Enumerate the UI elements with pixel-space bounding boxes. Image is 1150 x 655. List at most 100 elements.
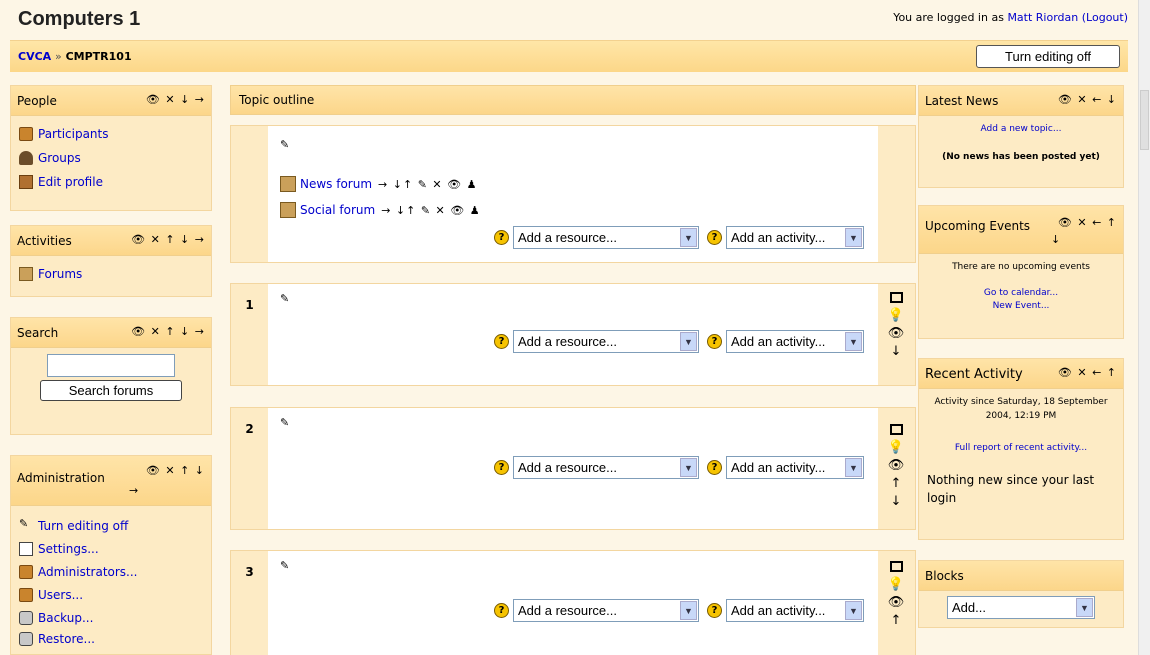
edit-profile-link[interactable]: Edit profile [38, 175, 103, 189]
help-icon[interactable]: ? [494, 460, 509, 475]
chevron-down-icon: ▼ [680, 458, 697, 477]
forums-link[interactable]: Forums [38, 267, 82, 281]
help-icon[interactable]: ? [707, 230, 722, 245]
add-activity-select[interactable]: Add an activity... ▼ [726, 599, 864, 622]
breadcrumb-site[interactable]: CVCA [18, 50, 51, 63]
lightbulb-icon[interactable]: 💡 [877, 577, 915, 593]
new-event-link[interactable]: New Event... [993, 301, 1050, 311]
list-item[interactable]: Edit profile [19, 170, 203, 194]
restore-icon [19, 632, 33, 646]
help-icon[interactable]: ? [707, 334, 722, 349]
users-icon [19, 587, 33, 602]
add-activity-select[interactable]: Add an activity... ▼ [726, 330, 864, 353]
list-item[interactable]: Forums [19, 262, 203, 286]
blocks-header: Blocks [919, 561, 1123, 591]
help-icon[interactable]: ? [494, 603, 509, 618]
turn-editing-off-button[interactable]: Turn editing off [976, 45, 1120, 68]
forum-tools[interactable]: → ↓↑ ✎ ✕ 👁 ♟ [381, 204, 480, 217]
list-item[interactable]: Restore... [19, 629, 203, 649]
administration-block-header: Administration 👁 ✕ ↑ ↓ → [11, 456, 211, 506]
breadcrumb: CVCA » CMPTR101 [18, 50, 132, 63]
move-up-icon[interactable]: ↑ [877, 613, 915, 629]
block-controls[interactable]: 👁 ✕ ← ↓ [1058, 93, 1117, 106]
list-item[interactable]: Groups [19, 146, 203, 170]
forum-tools[interactable]: → ↓↑ ✎ ✕ 👁 ♟ [378, 178, 477, 191]
list-item[interactable]: Administrators... [19, 560, 203, 583]
move-down-icon[interactable]: ↓ [877, 344, 915, 360]
help-icon[interactable]: ? [707, 460, 722, 475]
social-forum-link[interactable]: Social forum [300, 203, 375, 217]
chevron-down-icon: ▼ [680, 601, 697, 620]
add-resource-select[interactable]: Add a resource... ▼ [513, 456, 699, 479]
news-forum-link[interactable]: News forum [300, 177, 372, 191]
section-content: ✎ News forum → ↓↑ ✎ ✕ 👁 ♟ Social forum →… [268, 126, 878, 262]
eye-icon[interactable]: 👁 [877, 326, 915, 342]
edit-summary-icon[interactable]: ✎ [280, 560, 292, 571]
activity-since-text: Activity since Saturday, 18 September 20… [934, 397, 1108, 421]
go-to-calendar-link[interactable]: Go to calendar... [984, 288, 1058, 298]
participants-link[interactable]: Participants [38, 127, 109, 141]
block-controls-extra[interactable]: ↓ [1051, 233, 1060, 246]
move-up-icon[interactable]: ↑ [877, 476, 915, 492]
lightbulb-icon[interactable]: 💡 [877, 308, 915, 324]
block-controls[interactable]: 👁 ✕ ↓ → [146, 93, 205, 106]
block-controls[interactable]: 👁 ✕ ↑ ↓ → [131, 325, 205, 338]
edit-summary-icon[interactable]: ✎ [280, 139, 292, 150]
help-icon[interactable]: ? [494, 230, 509, 245]
help-icon[interactable]: ? [494, 334, 509, 349]
list-item[interactable]: ✎ Turn editing off [19, 514, 203, 537]
help-icon[interactable]: ? [707, 603, 722, 618]
list-item[interactable]: Backup... [19, 606, 203, 629]
scrollbar[interactable] [1138, 0, 1150, 655]
restore-link[interactable]: Restore... [38, 632, 95, 646]
add-controls: ? Add a resource... ▼ ? Add an activity..… [486, 599, 864, 622]
latest-news-header: Latest News 👁 ✕ ← ↓ [919, 86, 1123, 116]
section-controls: 💡 👁 ↓ [877, 284, 915, 385]
navbar: CVCA » CMPTR101 Turn editing off [10, 40, 1128, 72]
search-input[interactable] [47, 354, 175, 377]
activities-block-header: Activities 👁 ✕ ↑ ↓ → [11, 226, 211, 256]
add-resource-select[interactable]: Add a resource... ▼ [513, 599, 699, 622]
settings-link[interactable]: Settings... [38, 542, 99, 556]
scrollbar-thumb[interactable] [1140, 90, 1149, 150]
add-resource-select[interactable]: Add a resource... ▼ [513, 226, 699, 249]
eye-icon[interactable]: 👁 [877, 458, 915, 474]
chevron-down-icon: ▼ [845, 601, 862, 620]
highlight-icon[interactable] [877, 290, 915, 306]
turn-editing-off-link[interactable]: Turn editing off [38, 519, 128, 533]
eye-icon[interactable]: 👁 [877, 595, 915, 611]
list-item[interactable]: Settings... [19, 537, 203, 560]
list-item[interactable]: Participants [19, 122, 203, 146]
block-controls[interactable]: 👁 ✕ ← ↑ [1058, 216, 1117, 229]
edit-summary-icon[interactable]: ✎ [280, 293, 292, 304]
breadcrumb-course: CMPTR101 [65, 50, 132, 63]
move-down-icon[interactable]: ↓ [877, 494, 915, 510]
block-controls[interactable]: 👁 ✕ ↑ ↓ → [131, 233, 205, 246]
groups-link[interactable]: Groups [38, 151, 81, 165]
add-new-topic-link[interactable]: Add a new topic... [981, 124, 1062, 134]
block-controls-extra[interactable]: → [129, 484, 138, 497]
forum-row: Social forum → ↓↑ ✎ ✕ 👁 ♟ [280, 202, 481, 218]
add-activity-select[interactable]: Add an activity... ▼ [726, 456, 864, 479]
section-3: 3 ✎ ? Add a resource... ▼ ? Add an activi… [230, 550, 916, 655]
full-report-link[interactable]: Full report of recent activity... [955, 443, 1087, 453]
administrators-link[interactable]: Administrators... [38, 565, 138, 579]
block-controls[interactable]: 👁 ✕ ↑ ↓ [146, 464, 205, 477]
add-activity-select[interactable]: Add an activity... ▼ [726, 226, 864, 249]
section-number [231, 126, 268, 262]
logout-link[interactable]: (Logout) [1082, 11, 1128, 24]
chevron-down-icon: ▼ [680, 228, 697, 247]
users-link[interactable]: Users... [38, 588, 83, 602]
lightbulb-icon[interactable]: 💡 [877, 440, 915, 456]
user-link[interactable]: Matt Riordan [1007, 11, 1078, 24]
list-item[interactable]: Users... [19, 583, 203, 606]
topic-outline-title: Topic outline [239, 93, 315, 107]
backup-link[interactable]: Backup... [38, 611, 93, 625]
block-controls[interactable]: 👁 ✕ ← ↑ [1058, 366, 1117, 379]
highlight-icon[interactable] [877, 559, 915, 575]
edit-summary-icon[interactable]: ✎ [280, 417, 292, 428]
add-block-select[interactable]: Add... ▼ [947, 596, 1095, 619]
add-resource-select[interactable]: Add a resource... ▼ [513, 330, 699, 353]
search-forums-button[interactable]: Search forums [40, 380, 182, 401]
highlight-icon[interactable] [877, 422, 915, 438]
